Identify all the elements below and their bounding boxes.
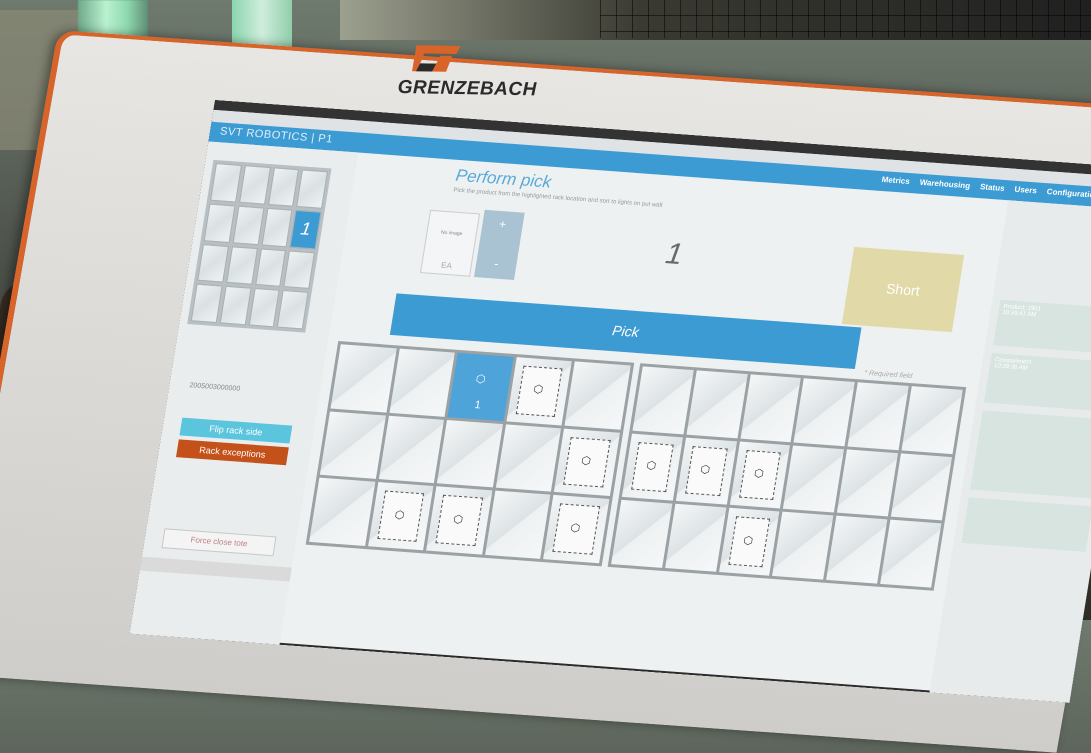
- put-wall-cell[interactable]: [794, 378, 856, 446]
- put-wall-cell[interactable]: [686, 370, 748, 439]
- background-fence: [600, 0, 1091, 38]
- logo-mark-icon: [412, 45, 461, 72]
- box-icon: ⬡: [580, 454, 592, 468]
- page-subtitle: Pick the product from the highlighted ra…: [452, 187, 663, 209]
- nav-metrics[interactable]: Metrics: [881, 175, 910, 186]
- rack-cell: [210, 163, 242, 203]
- quantity-stepper: + -: [473, 209, 525, 280]
- put-wall-cell-tote[interactable]: ⬡: [426, 486, 493, 555]
- put-wall-cell-tote[interactable]: ⬡: [543, 495, 610, 564]
- unit-label: EA: [440, 260, 453, 271]
- product-card: No image EA + - 1: [419, 206, 731, 297]
- rack-cell: [197, 243, 229, 283]
- put-wall-cell-tote[interactable]: ⬡: [718, 508, 780, 576]
- rack-cell: [219, 286, 252, 326]
- box-icon: ⬡: [452, 513, 464, 526]
- rack-cell: [225, 245, 258, 285]
- put-wall-cell[interactable]: [826, 515, 888, 584]
- put-wall-cell[interactable]: [319, 411, 386, 480]
- rack-cell: [283, 249, 316, 290]
- nav-users[interactable]: Users: [1014, 185, 1038, 196]
- put-wall-cell[interactable]: [330, 344, 397, 413]
- app-brand[interactable]: SVT ROBOTICS | P1: [219, 125, 334, 145]
- grenzebach-logo: GRENZEBACH: [397, 43, 537, 105]
- target-quantity: 1: [473, 398, 482, 412]
- activity-card: [961, 497, 1091, 552]
- required-field-note: * Required field: [863, 369, 913, 381]
- rack-cell: [238, 165, 271, 205]
- put-wall-left: ⬡ 1 ⬡ ⬡ ⬡ ⬡ ⬡: [305, 341, 635, 567]
- put-wall-cell[interactable]: [495, 424, 562, 493]
- rack-cell: [203, 203, 236, 243]
- rack-cell: [267, 167, 300, 207]
- put-wall-cell[interactable]: [389, 348, 455, 417]
- rack-cell: [248, 288, 280, 328]
- rack-cell: [232, 205, 265, 245]
- activity-card: Compartment 10:39:36 AM: [984, 353, 1091, 412]
- put-wall-cell[interactable]: [437, 419, 503, 488]
- short-button[interactable]: Short: [841, 246, 965, 333]
- put-wall-cell-tote[interactable]: ⬡: [675, 437, 737, 505]
- box-icon: ⬡: [474, 373, 487, 387]
- put-wall-cell-tote[interactable]: ⬡: [506, 357, 573, 426]
- rack-cell: [190, 283, 223, 324]
- activity-card: [970, 410, 1091, 499]
- put-wall-cell[interactable]: [847, 382, 909, 450]
- product-image-placeholder: No image EA: [419, 209, 481, 277]
- put-wall-cell[interactable]: [484, 490, 551, 559]
- decrement-button[interactable]: -: [475, 230, 521, 272]
- activity-card: Product: 1901 10:39:41 AM: [993, 299, 1091, 355]
- box-icon: ⬡: [742, 534, 755, 548]
- rack-cell: [261, 207, 293, 247]
- touchscreen: SVT ROBOTICS | P1 Metrics Warehousing St…: [129, 100, 1091, 703]
- nav-warehousing[interactable]: Warehousing: [919, 178, 971, 191]
- put-wall-cell[interactable]: [901, 386, 963, 454]
- put-wall-cell-tote[interactable]: ⬡: [367, 482, 434, 551]
- nav-configuration[interactable]: Configuration: [1046, 187, 1091, 200]
- logo-text: GRENZEBACH: [397, 76, 537, 101]
- box-icon: ⬡: [569, 521, 582, 535]
- no-image-label: No image: [440, 229, 463, 238]
- rack-cell: [254, 247, 287, 288]
- put-wall-cell[interactable]: [632, 366, 694, 435]
- flip-rack-side-button[interactable]: Flip rack side: [179, 417, 293, 444]
- put-wall-cell[interactable]: [772, 512, 834, 580]
- rack-cell: [296, 169, 329, 209]
- box-icon: ⬡: [753, 467, 765, 481]
- rack-cell: [276, 290, 309, 330]
- put-wall-right: ⬡ ⬡ ⬡ ⬡: [607, 363, 967, 591]
- put-wall-cell-tote[interactable]: ⬡: [554, 428, 621, 497]
- put-wall-cell[interactable]: [664, 504, 727, 572]
- rack-exceptions-button[interactable]: Rack exceptions: [175, 439, 289, 466]
- nav-status[interactable]: Status: [979, 182, 1005, 193]
- main-content: Perform pick Pick the product from the h…: [279, 153, 1008, 693]
- force-close-tote-button[interactable]: Force close tote: [161, 528, 277, 557]
- put-wall-cell[interactable]: [611, 500, 673, 568]
- put-wall-cell-target[interactable]: ⬡ 1: [447, 352, 514, 421]
- put-wall-cell-tote[interactable]: ⬡: [729, 441, 791, 509]
- rack-code: 2005003000000: [188, 382, 241, 393]
- os-taskbar: [139, 556, 292, 582]
- rack-cell-active: 1: [289, 209, 322, 249]
- quantity-value[interactable]: 1: [663, 237, 685, 272]
- box-icon: ⬡: [699, 463, 711, 477]
- put-wall-cell[interactable]: [890, 453, 953, 521]
- put-wall-cell-tote[interactable]: ⬡: [621, 433, 683, 501]
- put-wall-cell[interactable]: [783, 445, 845, 513]
- box-icon: ⬡: [645, 459, 658, 473]
- box-icon: ⬡: [393, 508, 406, 522]
- rack-grid: 1: [187, 159, 332, 333]
- put-wall-cell[interactable]: [880, 519, 942, 588]
- put-wall-cell[interactable]: [564, 361, 631, 430]
- box-icon: ⬡: [532, 383, 544, 397]
- put-wall-cell[interactable]: [740, 374, 802, 442]
- put-wall-cell[interactable]: [378, 415, 445, 484]
- put-wall-cell[interactable]: [837, 449, 899, 517]
- put-wall-cell[interactable]: [309, 477, 375, 546]
